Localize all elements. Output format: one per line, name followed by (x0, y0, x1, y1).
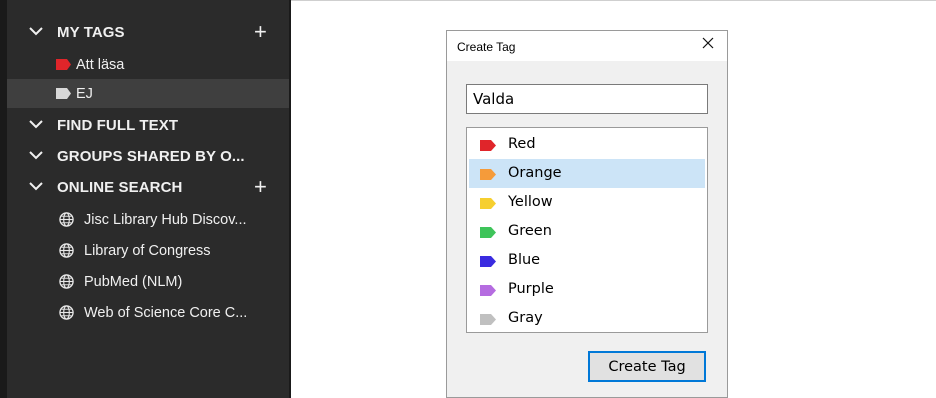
tag-item-att-lasa[interactable]: Att läsa (7, 50, 289, 79)
search-label: Jisc Library Hub Discov... (84, 211, 247, 228)
sidebar-divider (289, 0, 291, 398)
color-option-gray[interactable]: Gray (469, 304, 705, 333)
create-tag-button[interactable]: Create Tag (588, 351, 706, 382)
chevron-down-icon (29, 182, 43, 191)
section-find-full-text[interactable]: FIND FULL TEXT (7, 111, 289, 140)
search-item-web-of-science[interactable]: Web of Science Core C... (7, 298, 289, 327)
section-label: FIND FULL TEXT (57, 117, 179, 134)
color-option-green[interactable]: Green (469, 217, 705, 246)
search-item-library-of-congress[interactable]: Library of Congress (7, 236, 289, 265)
tag-color-icon (480, 314, 496, 325)
tag-item-ej[interactable]: EJ (7, 79, 289, 108)
section-label: MY TAGS (57, 24, 125, 41)
color-option-yellow[interactable]: Yellow (469, 188, 705, 217)
section-my-tags[interactable]: MY TAGS + (7, 18, 289, 47)
globe-icon (59, 212, 74, 227)
chevron-down-icon (29, 27, 43, 36)
color-label: Gray (508, 310, 543, 326)
color-option-red[interactable]: Red (469, 130, 705, 159)
color-option-blue[interactable]: Blue (469, 246, 705, 275)
tag-color-icon (480, 285, 496, 296)
search-item-pubmed[interactable]: PubMed (NLM) (7, 267, 289, 296)
color-list: Red Orange Yellow Green Blue Purple Gray (466, 127, 708, 333)
tag-label: Att läsa (76, 56, 125, 73)
search-item-jisc[interactable]: Jisc Library Hub Discov... (7, 205, 289, 234)
close-icon[interactable] (701, 36, 715, 50)
color-option-purple[interactable]: Purple (469, 275, 705, 304)
search-label: Library of Congress (84, 242, 211, 259)
globe-icon (59, 243, 74, 258)
tag-icon (56, 59, 71, 70)
color-label: Orange (508, 165, 562, 181)
tag-label: EJ (76, 85, 93, 102)
globe-icon (59, 305, 74, 320)
tag-name-input[interactable] (466, 84, 708, 114)
search-label: Web of Science Core C... (84, 304, 248, 321)
add-tag-plus-icon[interactable]: + (254, 21, 267, 43)
chevron-down-icon (29, 120, 43, 129)
tag-color-icon (480, 256, 496, 267)
color-option-orange[interactable]: Orange (469, 159, 705, 188)
section-label: GROUPS SHARED BY O... (57, 148, 245, 165)
color-label: Blue (508, 252, 541, 268)
globe-icon (59, 274, 74, 289)
color-label: Yellow (508, 194, 553, 210)
section-label: ONLINE SEARCH (57, 179, 183, 196)
top-border (291, 0, 936, 1)
create-tag-dialog: Create Tag Red Orange Yellow Green Blue … (446, 30, 728, 398)
color-label: Red (508, 136, 536, 152)
sidebar: MY TAGS + Att läsa EJ FIND FULL TEXT GRO… (0, 0, 289, 398)
section-groups-shared[interactable]: GROUPS SHARED BY O... (7, 142, 289, 171)
tag-color-icon (480, 227, 496, 238)
dialog-titlebar: Create Tag (447, 31, 727, 61)
dialog-title: Create Tag (457, 40, 516, 54)
tag-icon (56, 88, 71, 99)
color-label: Purple (508, 281, 554, 297)
tag-color-icon (480, 140, 496, 151)
chevron-down-icon (29, 151, 43, 160)
add-search-plus-icon[interactable]: + (254, 176, 267, 198)
tag-color-icon (480, 169, 496, 180)
color-label: Green (508, 223, 552, 239)
tag-color-icon (480, 198, 496, 209)
section-online-search[interactable]: ONLINE SEARCH + (7, 173, 289, 202)
search-label: PubMed (NLM) (84, 273, 183, 290)
